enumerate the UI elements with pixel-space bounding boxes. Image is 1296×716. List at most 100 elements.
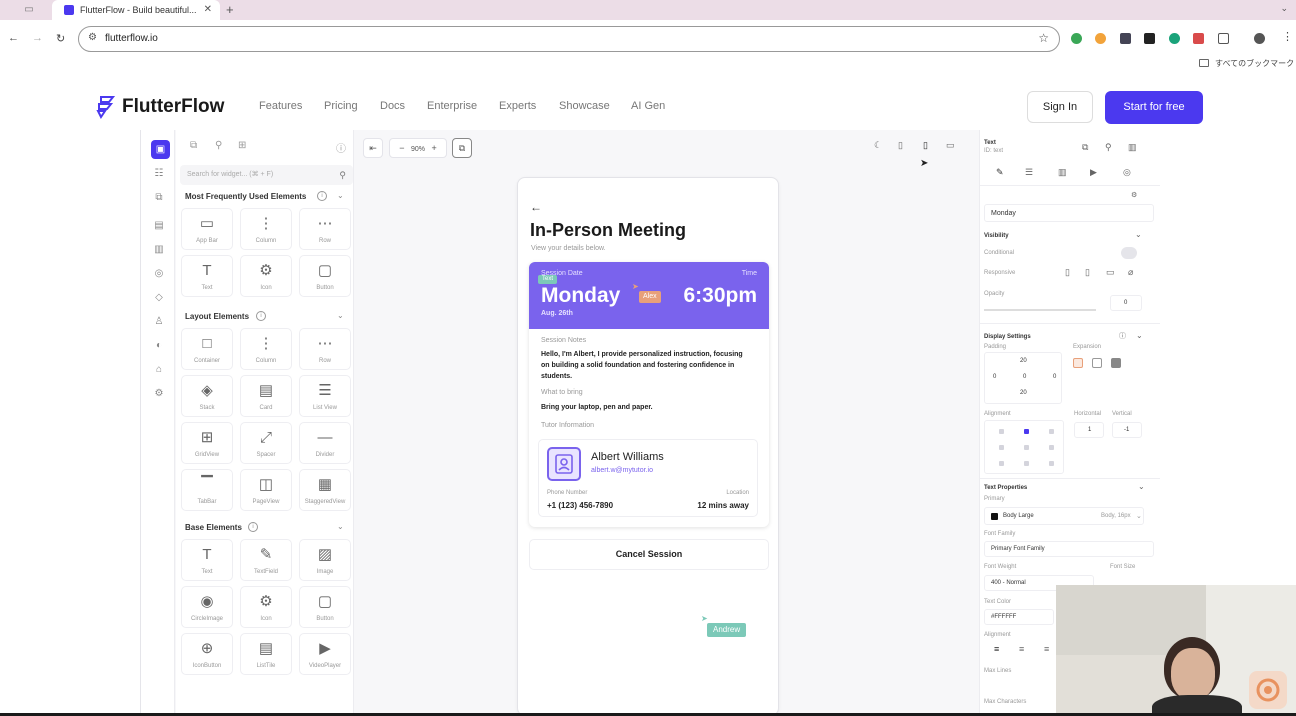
all-bookmarks-label[interactable]: すべてのブックマーク [1215,58,1294,69]
align-left-icon[interactable]: ≡ [994,644,999,654]
padding-bottom[interactable]: 20 [1020,390,1027,396]
bookmark-star-icon[interactable]: ☆ [1038,31,1049,45]
widget-tile[interactable]: ⋮ Column [240,208,292,250]
extension-red-icon[interactable] [1193,33,1204,44]
opacity-input[interactable]: 0 [1110,295,1142,311]
api-icon[interactable]: ◎ [153,268,165,279]
widget-tile[interactable]: — Divider [299,422,351,464]
profile-avatar[interactable] [1254,33,1265,44]
widget-tile[interactable]: ◫ PageView [240,469,292,511]
widget-tile[interactable]: ▤ ListTile [240,633,292,675]
section-info-icon[interactable]: i [256,311,266,321]
padding-top[interactable]: 20 [1020,358,1027,364]
alignment-dot[interactable] [1024,429,1029,434]
tab-close-icon[interactable]: ✕ [204,0,212,20]
widget-tile[interactable]: ⤢ Spacer [240,422,292,464]
cancel-session-button[interactable]: Cancel Session [529,539,769,570]
padding-right[interactable]: 0 [1053,374,1056,380]
desktop-device-icon[interactable]: ▭ [946,140,955,151]
animation-tab-icon[interactable]: ▶ [1090,167,1097,178]
responsive-hidden-icon[interactable]: ⌀ [1128,267,1133,278]
responsive-phone-icon[interactable]: ▯ [1065,267,1070,278]
display-settings-reset-icon[interactable]: ⓘ [1119,331,1126,341]
extensions-puzzle-icon[interactable] [1218,33,1229,44]
settings-icon[interactable]: ⚙ [153,388,165,399]
alignment-dot[interactable] [1024,461,1029,466]
text-properties-chevron-icon[interactable]: ⌄ [1138,482,1145,491]
padding-center[interactable]: 0 [1023,374,1026,380]
widget-section-title[interactable]: Base Elements [185,523,242,532]
font-family-select[interactable]: Primary Font Family [984,541,1154,557]
alignment-grid[interactable] [984,420,1064,474]
what-to-bring-text[interactable]: Bring your laptop, pen and paper. [541,402,653,413]
section-info-icon[interactable]: i [317,191,327,201]
widget-section-title[interactable]: Most Frequently Used Elements [185,192,306,201]
widget-location-icon[interactable]: ⚲ [1105,142,1112,153]
alignment-dot[interactable] [999,445,1004,450]
text-value-input[interactable]: Monday [984,204,1154,222]
session-day[interactable]: Monday [541,284,620,308]
tablet-device-icon[interactable]: ▯ [898,140,903,151]
phone-device-icon[interactable]: ▯ [923,140,928,151]
tutor-email[interactable]: albert.w@mytutor.io [591,467,653,474]
widget-tile[interactable]: ▤ Card [240,375,292,417]
back-arrow-icon[interactable]: ← [8,32,19,44]
browser-menu-icon[interactable]: ⋮ [1282,30,1293,43]
widget-tile[interactable]: ◉ CircleImage [181,586,233,628]
widget-tile[interactable]: T Text [181,539,233,581]
nav-experts[interactable]: Experts [499,100,536,112]
palette-info-icon[interactable]: ⓘ [336,140,346,155]
alignment-dot[interactable] [999,429,1004,434]
site-info-icon[interactable]: ⚙ [88,32,97,43]
nav-enterprise[interactable]: Enterprise [427,100,477,112]
browser-tab[interactable]: FlutterFlow - Build beautiful... ✕ [52,0,220,20]
tab-menu-chevron-icon[interactable]: ⌄ [1280,3,1288,14]
backend-query-tab-icon[interactable]: ☰ [1025,167,1033,178]
alignment-dot[interactable] [1049,445,1054,450]
forward-arrow-icon[interactable]: → [32,32,43,44]
extension-green-icon[interactable] [1169,33,1180,44]
palette-library-tab-icon[interactable]: ⊞ [238,140,246,151]
opacity-slider[interactable] [984,309,1096,311]
widget-palette-icon[interactable]: ▣ [151,140,170,159]
palette-components-tab-icon[interactable]: ⚲ [215,140,222,151]
nav-ai-gen[interactable]: AI Gen [631,100,665,112]
nav-features[interactable]: Features [259,100,302,112]
zoom-out-icon[interactable]: − [399,143,404,153]
alignment-dot[interactable] [1049,461,1054,466]
phone-canvas[interactable]: ← In-Person Meeting View your details be… [517,177,779,716]
components-icon[interactable]: ⧉ [153,192,165,203]
extension-shield-icon[interactable] [1071,33,1082,44]
session-time[interactable]: 6:30pm [683,284,757,308]
widget-tile[interactable]: ◈ Stack [181,375,233,417]
nav-showcase[interactable]: Showcase [559,100,610,112]
tutor-name[interactable]: Albert Williams [591,451,664,463]
padding-left[interactable]: 0 [993,374,996,380]
collapse-panel-button[interactable]: ⇤ [363,138,383,158]
extension-dark-icon[interactable] [1144,33,1155,44]
extension-color-icon[interactable] [1095,33,1106,44]
align-center-icon[interactable]: ≡ [1019,644,1024,654]
properties-tab-icon[interactable]: ✎ [996,167,1004,178]
expansion-expanded-icon[interactable] [1092,358,1102,368]
widget-tile[interactable]: ▢ Button [299,255,351,297]
widget-tile[interactable]: ⚙ Icon [240,255,292,297]
start-for-free-button[interactable]: Start for free [1105,91,1203,124]
dark-mode-icon[interactable]: ☾ [874,140,882,151]
phone-number-value[interactable]: +1 (123) 456-7890 [547,501,613,510]
theme-icon[interactable]: ◐ [153,340,165,351]
widget-tile[interactable]: ▶ VideoPlayer [299,633,351,675]
nav-docs[interactable]: Docs [380,100,405,112]
site-logo-text[interactable]: FlutterFlow [122,96,224,118]
session-date[interactable]: Aug. 26th [541,310,573,317]
nav-pricing[interactable]: Pricing [324,100,358,112]
cloud-icon[interactable]: ◇ [153,292,165,303]
widget-tile[interactable]: T Text [181,255,233,297]
widget-tile[interactable]: ▭ App Bar [181,208,233,250]
meeting-subtitle[interactable]: View your details below. [531,245,606,252]
team-icon[interactable]: ♙ [153,316,165,327]
storyboard-icon[interactable]: ▤ [153,220,165,231]
zoom-in-icon[interactable]: + [432,143,437,153]
text-value-settings-icon[interactable]: ⚙ [1131,191,1137,199]
widget-tile[interactable]: ⊞ GridView [181,422,233,464]
